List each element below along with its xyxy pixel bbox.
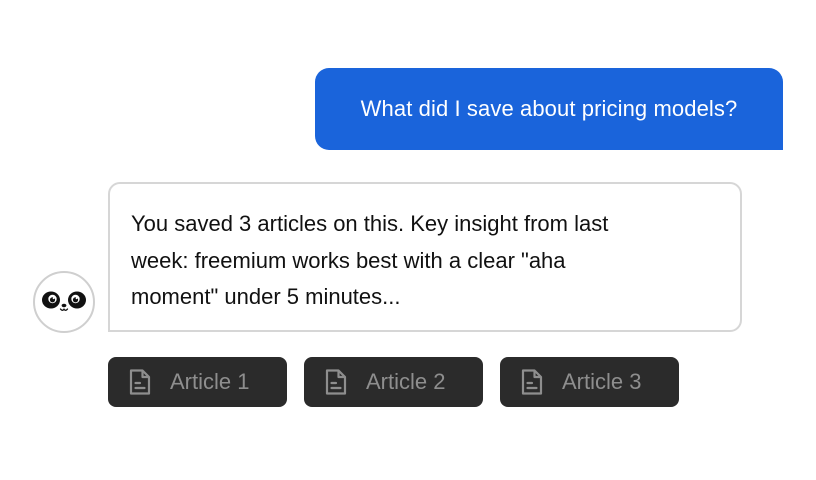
assistant-message-bubble: You saved 3 articles on this. Key insigh… — [108, 182, 742, 332]
source-article-label: Article 1 — [170, 369, 250, 394]
assistant-avatar — [33, 271, 95, 333]
source-article-chip-1[interactable]: Article 1 — [108, 357, 287, 407]
document-icon — [521, 369, 543, 395]
document-icon — [325, 369, 347, 395]
document-icon — [129, 369, 151, 395]
user-message-bubble: What did I save about pricing models? — [315, 68, 783, 150]
user-message-text: What did I save about pricing models? — [360, 96, 738, 121]
source-article-chip-3[interactable]: Article 3 — [500, 357, 679, 407]
source-article-label: Article 2 — [366, 369, 446, 394]
chat-window: What did I save about pricing models? Yo… — [0, 0, 816, 480]
source-article-chip-2[interactable]: Article 2 — [304, 357, 483, 407]
panda-face-icon — [42, 291, 86, 311]
assistant-message-text: You saved 3 articles on this. Key insigh… — [131, 211, 609, 309]
source-article-label: Article 3 — [562, 369, 642, 394]
